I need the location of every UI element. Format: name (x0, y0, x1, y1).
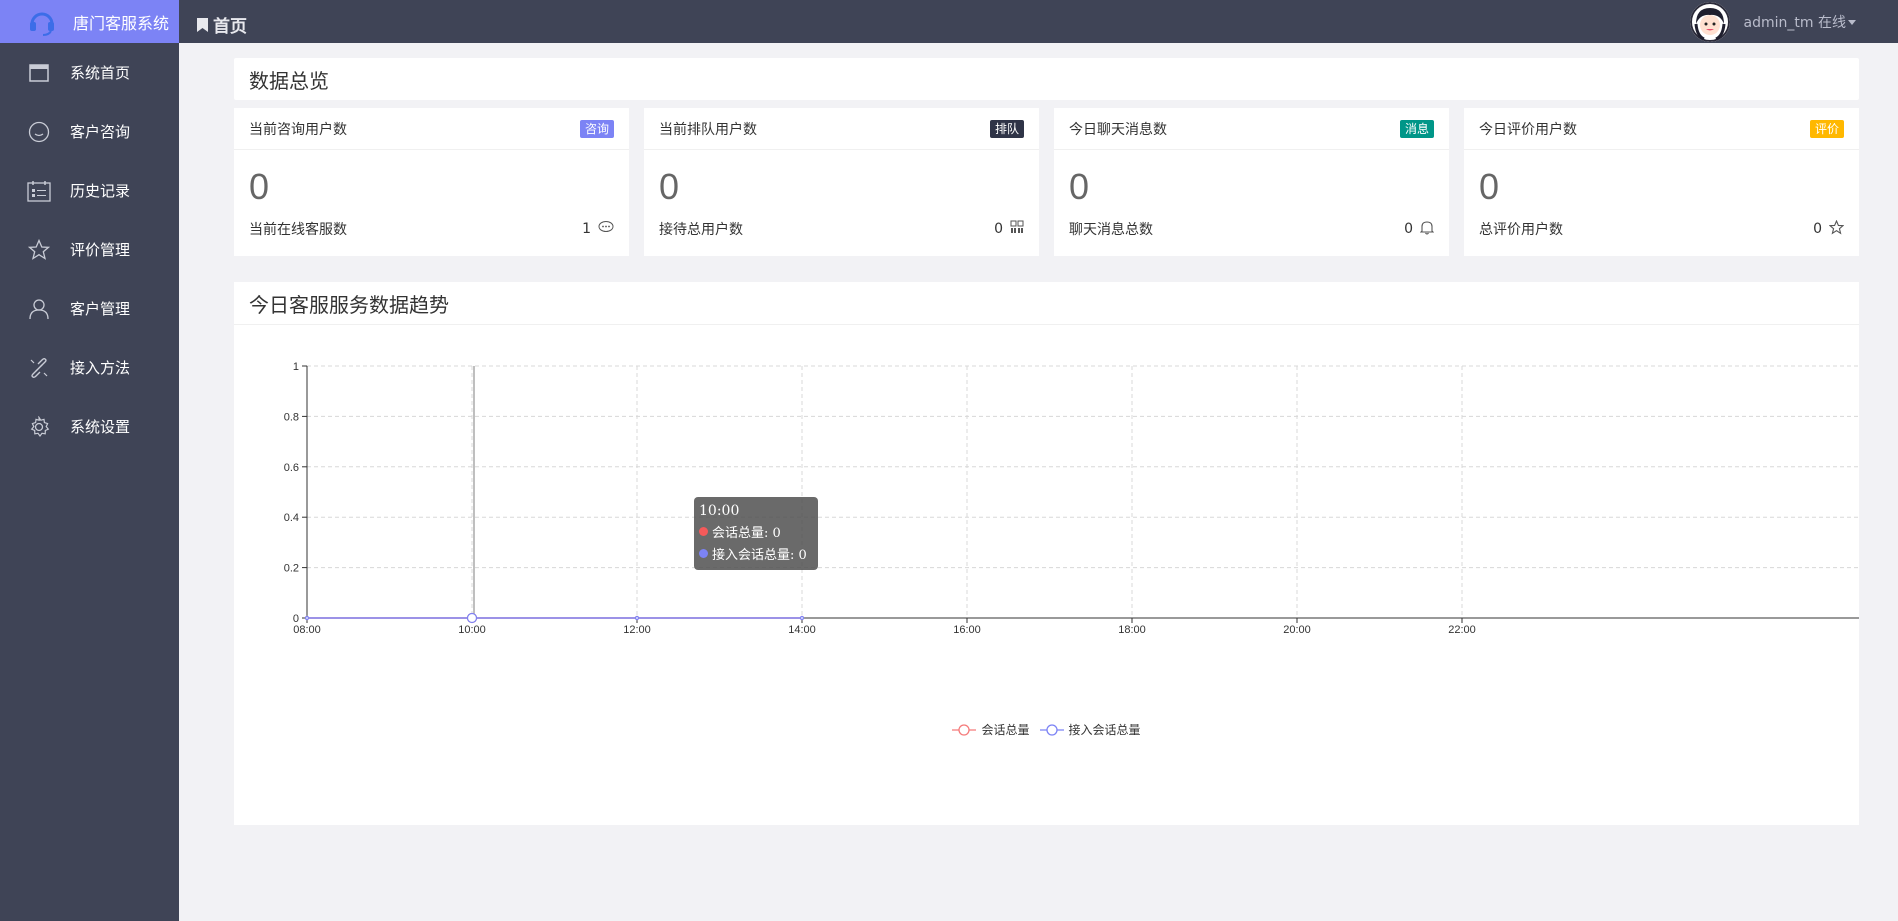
avatar[interactable] (1689, 1, 1730, 42)
chart-legend: 会话总量 接入会话总量 (234, 721, 1859, 738)
card-badge: 咨询 (579, 119, 614, 138)
sidebar-item-label: 系统首页 (70, 64, 131, 82)
card-title: 今日聊天消息数 (1069, 121, 1167, 138)
card-title: 当前咨询用户数 (249, 121, 347, 138)
sidebar-item-settings[interactable]: 系统设置 (0, 397, 179, 456)
y-tick-label: 0.6 (284, 462, 299, 474)
sidebar-item-customers[interactable]: 客户管理 (0, 279, 179, 338)
trend-chart[interactable]: 00.20.40.60.8108:00 10:00 12:00 14:00 16:00 1… (234, 282, 1859, 825)
x-tick-label: 14:00 (788, 624, 816, 636)
overview-panel: 数据总览 (234, 58, 1859, 100)
stat-card-messages: 今日聊天消息数 消息 0 聊天消息总数 0 (1054, 108, 1449, 256)
chat-icon (598, 220, 614, 238)
stat-cards: 当前咨询用户数 咨询 0 当前在线客服数 1 当前排队用户数 排队 0 接待总用… (234, 108, 1859, 256)
data-point (304, 615, 310, 621)
sidebar-item-home[interactable]: 系统首页 (0, 43, 179, 102)
tooltip-dot (699, 527, 708, 536)
card-badge: 评价 (1809, 119, 1844, 138)
card-foot-value: 1 (582, 221, 591, 237)
x-tick-label: 20:00 (1283, 624, 1311, 636)
bookmark-icon (197, 17, 208, 32)
smile-icon (26, 119, 52, 145)
data-point (466, 612, 478, 624)
sidebar-item-ratings[interactable]: 评价管理 (0, 220, 179, 279)
card-foot-value: 0 (1404, 221, 1413, 237)
card-value: 0 (249, 166, 270, 207)
headset-icon (27, 7, 57, 37)
window-icon (26, 60, 52, 86)
user-icon (26, 296, 52, 322)
x-tick-label: 10:00 (458, 624, 486, 636)
app-title: 唐门客服系统 (73, 13, 170, 33)
card-title: 当前排队用户数 (659, 121, 757, 138)
bell-icon (1419, 220, 1435, 239)
card-value: 0 (1479, 166, 1500, 207)
sidebar-item-label: 接入方法 (70, 359, 131, 377)
card-foot-value: 0 (994, 221, 1003, 237)
stat-card-queue: 当前排队用户数 排队 0 接待总用户数 0 (644, 108, 1039, 256)
card-foot-label: 聊天消息总数 (1069, 222, 1153, 238)
sidebar-item-label: 客户管理 (70, 300, 131, 318)
card-foot-value: 0 (1813, 221, 1822, 237)
x-tick-label: 16:00 (953, 624, 981, 636)
overview-title: 数据总览 (249, 68, 329, 93)
top-bar: 唐门客服系统 首页 admin_tm 在线 (0, 0, 1898, 43)
legend-label: 接入会话总量 (1068, 723, 1141, 737)
star-icon (1828, 219, 1845, 239)
star-icon (26, 237, 52, 263)
calendar-icon (26, 178, 52, 204)
gear-icon (26, 414, 52, 440)
breadcrumb-label: 首页 (213, 17, 247, 37)
stat-card-ratings: 今日评价用户数 评价 0 总评价用户数 0 (1464, 108, 1859, 256)
chart-tooltip: 10:00 会话总量: 0 接入会话总量: 0 (694, 497, 818, 570)
card-badge: 消息 (1399, 119, 1434, 138)
card-value: 0 (659, 166, 680, 207)
tooltip-time: 10:00 (699, 503, 740, 519)
sidebar-item-label: 客户咨询 (70, 123, 131, 141)
data-point (634, 615, 640, 621)
legend-marker-icon (1039, 723, 1064, 736)
sidebar-item-label: 系统设置 (70, 418, 131, 436)
sidebar-item-history[interactable]: 历史记录 (0, 161, 179, 220)
tooltip-row: 接入会话总量: 0 (712, 548, 807, 563)
sidebar-item-label: 历史记录 (70, 182, 131, 200)
caret-down-icon (1848, 20, 1856, 25)
trend-panel: 今日客服服务数据趋势 0 0.2 0.4 0.6 0.8 1 08:00 10:00 12:00… (234, 282, 1859, 825)
stat-card-consult: 当前咨询用户数 咨询 0 当前在线客服数 1 (234, 108, 629, 256)
brand[interactable]: 唐门客服系统 (0, 0, 179, 43)
x-tick-label: 18:00 (1118, 624, 1146, 636)
user-status[interactable]: admin_tm 在线 (1744, 12, 1856, 32)
legend-marker-icon (952, 723, 977, 736)
legend-label: 会话总量 (981, 723, 1030, 737)
y-tick-label: 0.2 (284, 563, 299, 575)
card-foot-label: 接待总用户数 (659, 222, 743, 238)
breadcrumb: 首页 (197, 12, 247, 37)
y-tick-label: 0.8 (284, 411, 299, 423)
tooltip-dot (699, 549, 708, 558)
card-value: 0 (1069, 166, 1090, 207)
legend-item[interactable]: 接入会话总量 (1039, 721, 1141, 738)
x-tick-label: 12:00 (623, 624, 651, 636)
data-point (799, 615, 805, 621)
card-badge: 排队 (989, 119, 1024, 138)
sidebar-item-label: 评价管理 (70, 241, 131, 259)
card-title: 今日评价用户数 (1479, 121, 1577, 138)
card-foot-label: 当前在线客服数 (249, 222, 347, 238)
x-tick-label: 22:00 (1448, 624, 1476, 636)
card-foot-label: 总评价用户数 (1479, 222, 1563, 238)
sidebar-item-integration[interactable]: 接入方法 (0, 338, 179, 397)
x-tick-label: 08:00 (293, 624, 321, 636)
link-icon (26, 355, 52, 381)
y-tick-label: 0.4 (284, 512, 299, 524)
y-tick-label: 1 (293, 361, 299, 373)
user-menu[interactable]: admin_tm 在线 (1689, 0, 1856, 43)
legend-item[interactable]: 会话总量 (952, 721, 1030, 738)
sidebar-item-consult[interactable]: 客户咨询 (0, 102, 179, 161)
user-label: admin_tm 在线 (1743, 14, 1846, 31)
tooltip-row: 会话总量: 0 (712, 526, 781, 541)
main-content: 数据总览 当前咨询用户数 咨询 0 当前在线客服数 1 当前排队用户数 排队 0… (234, 58, 1859, 825)
grid-icon (1010, 220, 1024, 238)
sidebar: 系统首页 客户咨询 历史记录 评价管理 客户管理 接入方法 系统设置 (0, 43, 179, 921)
